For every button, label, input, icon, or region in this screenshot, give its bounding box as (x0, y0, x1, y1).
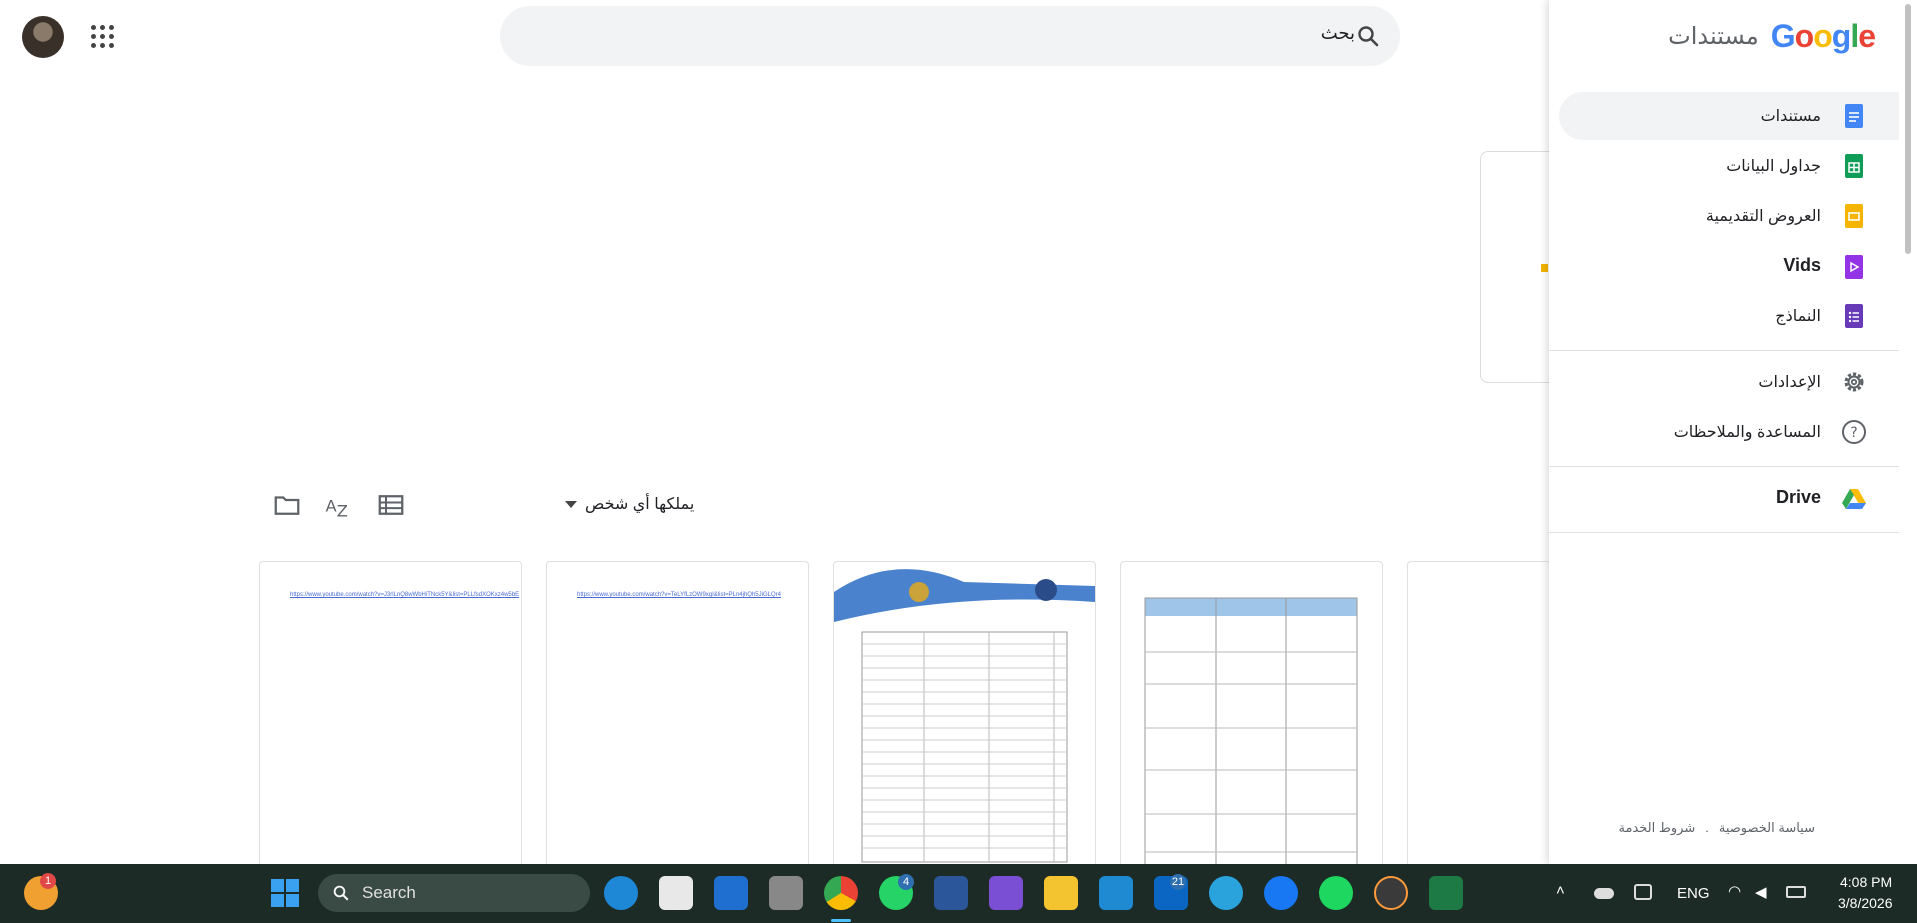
slides-icon (1845, 204, 1863, 228)
sheets-icon (1845, 154, 1863, 178)
brand-logo: مستندات Google (1668, 18, 1876, 55)
sidebar-item-label: جداول البيانات (1726, 158, 1821, 175)
volume-icon[interactable]: ◀ (1755, 883, 1767, 901)
wifi-icon[interactable]: ◠ (1728, 882, 1741, 900)
scrollbar[interactable] (1899, 0, 1917, 864)
store-icon[interactable] (659, 876, 693, 910)
search-icon (333, 885, 349, 901)
document-card[interactable] (1407, 561, 1550, 872)
facebook-icon[interactable] (1264, 876, 1298, 910)
sidebar-item-label: النماذج (1775, 308, 1821, 325)
sidebar-item-sheets[interactable]: جداول البيانات (1559, 142, 1899, 190)
list-view-icon[interactable] (376, 490, 406, 520)
active-app-indicator (831, 919, 851, 922)
document-card[interactable]: https://www.youtube.com/watch?v=TeLYfLzO… (546, 561, 809, 872)
windows-start-icon[interactable] (268, 876, 302, 910)
sidebar-item-help[interactable]: ? المساعدة والملاحظات (1559, 408, 1899, 456)
slides-accent (1541, 264, 1548, 272)
clock-time[interactable]: 4:08 PM (1840, 874, 1892, 890)
divider (1549, 466, 1899, 467)
sidebar-item-settings[interactable]: الإعدادات (1559, 358, 1899, 406)
spotify-icon[interactable] (1319, 876, 1353, 910)
sort-az-icon[interactable]: AZ (323, 490, 353, 520)
svg-text:Z: Z (337, 501, 348, 520)
gear-icon (1844, 372, 1864, 392)
document-link-text: https://www.youtube.com/watch?v=TeLYfLzO… (577, 592, 781, 598)
sidebar-item-label: الإعدادات (1758, 374, 1821, 391)
document-thumbnail (1144, 597, 1358, 872)
sidebar-item-vids[interactable]: Vids (1559, 243, 1899, 291)
account-avatar[interactable] (22, 16, 64, 58)
search-input[interactable]: بحث (500, 6, 1400, 66)
svg-text:?: ? (1850, 425, 1857, 441)
owner-filter-dropdown[interactable]: يملكها أي شخص (565, 494, 694, 514)
terms-link[interactable]: شروط الخدمة (1619, 820, 1696, 836)
outlook-icon[interactable] (714, 876, 748, 910)
divider (1549, 532, 1899, 533)
sidebar-item-forms[interactable]: النماذج (1559, 292, 1899, 340)
footer-separator: . (1705, 820, 1709, 835)
sidebar-item-label: العروض التقديمية (1705, 208, 1821, 225)
file-explorer-icon[interactable] (1044, 876, 1078, 910)
help-icon: ? (1842, 420, 1866, 444)
sidebar-item-label: Vids (1783, 255, 1821, 275)
search-placeholder: بحث (1320, 23, 1355, 43)
privacy-link[interactable]: سياسة الخصوصية (1719, 820, 1815, 836)
sidebar-item-docs[interactable]: مستندات (1559, 92, 1899, 140)
taskbar-search[interactable]: Search (318, 874, 590, 912)
product-name: مستندات (1668, 23, 1759, 50)
cloud-icon[interactable] (1594, 888, 1614, 899)
scrollbar-thumb[interactable] (1905, 4, 1911, 254)
folder-icon[interactable] (272, 490, 302, 520)
battery-icon[interactable] (1786, 886, 1806, 898)
chrome-icon[interactable] (824, 876, 858, 910)
template-card[interactable] (1480, 151, 1551, 383)
screen-capture-icon[interactable] (1634, 884, 1652, 900)
linkedin-badge: 21 (1170, 874, 1186, 890)
search-icon[interactable] (1356, 24, 1380, 48)
google-wordmark: Google (1770, 18, 1876, 54)
sidebar-item-label: مستندات (1760, 108, 1821, 125)
whatsapp-badge: 4 (898, 874, 914, 890)
calculator-icon[interactable] (769, 876, 803, 910)
document-card[interactable] (1120, 561, 1383, 872)
visual-studio-icon[interactable] (989, 876, 1023, 910)
apps-drawer: مستندات Google مستندات جداول البيانات ال… (1549, 0, 1899, 864)
vids-icon (1845, 255, 1863, 279)
chevron-down-icon (565, 500, 577, 508)
apps-grid-icon[interactable] (88, 22, 118, 52)
sidebar-item-slides[interactable]: العروض التقديمية (1559, 192, 1899, 240)
owner-filter-label: يملكها أي شخص (585, 496, 695, 513)
footer-links: سياسة الخصوصية . شروط الخدمة (1619, 820, 1815, 836)
telegram-icon[interactable] (1209, 876, 1243, 910)
weather-badge: 1 (40, 873, 56, 889)
taskbar-search-label: Search (362, 883, 416, 902)
document-card[interactable] (833, 561, 1096, 872)
document-thumbnail (834, 569, 1095, 863)
document-card[interactable]: https://www.youtube.com/watch?v=J3rlLnQ8… (259, 561, 522, 872)
svg-text:A: A (326, 496, 337, 515)
forms-icon (1845, 304, 1863, 328)
vscode-icon[interactable] (1099, 876, 1133, 910)
sidebar-item-drive[interactable]: Drive (1559, 475, 1899, 523)
chevron-up-icon[interactable]: ˄ (1556, 882, 1565, 899)
divider (1549, 350, 1899, 351)
taskbar: 1 Search 4 21 ˄ ENG ◠ ◀ 4:08 PM 3/8/2026 (0, 864, 1917, 923)
word-icon[interactable] (934, 876, 968, 910)
document-link-text: https://www.youtube.com/watch?v=J3rlLnQ8… (290, 592, 520, 598)
sidebar-item-label: المساعدة والملاحظات (1673, 424, 1821, 441)
language-indicator[interactable]: ENG (1677, 885, 1710, 902)
docs-icon (1845, 104, 1863, 128)
sidebar-item-label: Drive (1775, 487, 1821, 507)
excel-icon[interactable] (1429, 876, 1463, 910)
media-player-icon[interactable] (1374, 876, 1408, 910)
edge-icon[interactable] (604, 876, 638, 910)
clock-date[interactable]: 3/8/2026 (1838, 895, 1893, 911)
drive-icon (1842, 489, 1866, 509)
